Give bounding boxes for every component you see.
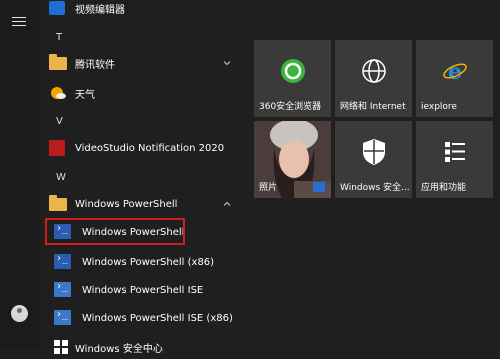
letter-header-t[interactable]: T xyxy=(56,32,62,43)
tile-360-browser[interactable]: 360安全浏览器 xyxy=(254,40,331,117)
powershell-ise-icon xyxy=(54,281,71,297)
tile-windows-security[interactable]: Windows 安全... xyxy=(335,121,412,198)
hamburger-menu-icon[interactable] xyxy=(12,17,26,27)
list-item-weather[interactable]: 天气 xyxy=(40,81,245,105)
video-editor-icon xyxy=(49,1,65,15)
list-item-security-center[interactable]: Windows 安全中心 xyxy=(40,335,245,359)
browser-360-icon xyxy=(280,58,305,83)
globe-icon xyxy=(361,59,386,83)
folder-icon xyxy=(49,195,67,211)
chevron-down-icon xyxy=(223,61,231,66)
chevron-up-icon xyxy=(223,201,231,206)
tile-network-internet[interactable]: 网络和 Internet xyxy=(335,40,412,117)
videostudio-icon xyxy=(49,140,65,156)
list-item-powershell-ise[interactable]: Windows PowerShell ISE xyxy=(40,278,245,302)
user-avatar-icon[interactable] xyxy=(11,305,28,322)
app-list: 视频编辑器 T 腾讯软件 天气 V VideoStudio Notificati… xyxy=(40,0,250,355)
letter-header-v[interactable]: V xyxy=(56,116,63,127)
list-item-tencent-folder[interactable]: 腾讯软件 xyxy=(40,51,245,75)
list-item-powershell-ise-x86[interactable]: Windows PowerShell ISE (x86) xyxy=(40,306,245,330)
tile-photos[interactable]: 照片 xyxy=(254,121,331,198)
letter-header-w[interactable]: W xyxy=(56,172,66,183)
internet-explorer-icon: e xyxy=(442,59,467,84)
apps-list-icon xyxy=(444,141,465,162)
list-item-powershell-folder[interactable]: Windows PowerShell xyxy=(40,192,245,216)
list-item-powershell-x86[interactable]: Windows PowerShell (x86) xyxy=(40,250,245,274)
powershell-icon xyxy=(54,253,71,269)
svg-text:e: e xyxy=(448,59,462,84)
selection-highlight xyxy=(45,218,185,245)
photos-app-icon xyxy=(313,182,325,192)
left-rail xyxy=(0,0,40,349)
tile-iexplore[interactable]: e iexplore xyxy=(416,40,493,117)
list-item-video-editor[interactable]: 视频编辑器 xyxy=(40,0,245,20)
shield-icon xyxy=(362,138,385,165)
tile-apps-features[interactable]: 应用和功能 xyxy=(416,121,493,198)
powershell-ise-icon xyxy=(54,309,71,325)
windows-logo-icon xyxy=(54,340,68,354)
list-item-videostudio[interactable]: VideoStudio Notification 2020 xyxy=(40,136,245,160)
weather-sun-icon xyxy=(51,87,66,99)
folder-icon xyxy=(49,54,67,70)
